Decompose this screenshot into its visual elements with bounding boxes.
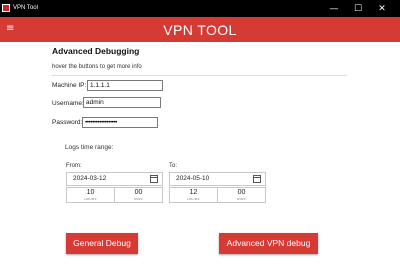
calendar-icon[interactable] [150,175,158,183]
general-debug-button[interactable]: General Debug [66,233,138,254]
mins-unit-label: MINS [134,197,143,201]
divider [52,75,347,76]
close-button[interactable]: ✕ [370,0,394,17]
from-hours-value: 10 [86,189,95,196]
window-title: VPN Tool [13,5,38,11]
password-input[interactable]: •••••••••••••••••• [82,117,158,128]
to-date-picker[interactable]: 2024-05-10 [169,172,266,186]
from-label: From: [66,163,82,169]
from-mins-value: 00 [134,189,143,196]
hours-unit-label: HOURS [187,197,200,201]
logs-time-range-label: Logs time range: [65,144,114,151]
password-label: Password: [52,119,83,126]
from-hours-input[interactable]: 10 HOURS [66,187,115,203]
to-mins-input[interactable]: 00 MINS [217,187,266,203]
to-mins-value: 00 [237,189,246,196]
machine-ip-input[interactable]: 1.1.1.1 [87,80,163,91]
minimize-button[interactable]: — [322,0,346,17]
from-mins-input[interactable]: 00 MINS [114,187,163,203]
section-title: Advanced Debugging [52,46,140,56]
to-hours-input[interactable]: 12 HOURS [169,187,218,203]
maximize-button[interactable]: ☐ [346,0,370,17]
app-header: ≡ VPN TOOL [0,17,400,42]
to-label: To: [169,163,178,169]
app-icon [2,4,10,12]
from-date-picker[interactable]: 2024-03-12 [66,172,163,186]
to-hours-value: 12 [189,189,198,196]
mins-unit-label: MINS [237,197,246,201]
username-label: Username: [52,100,84,107]
hours-unit-label: HOURS [84,197,97,201]
hint-text: hover the buttons to get more info [52,64,142,70]
window-titlebar: VPN Tool — ☐ ✕ [0,0,400,17]
advanced-vpn-debug-button[interactable]: Advanced VPN debug [219,233,318,254]
calendar-icon[interactable] [253,175,261,183]
machine-ip-label: Machine IP: [52,82,87,89]
username-input[interactable]: admin [83,97,161,108]
app-title: VPN TOOL [163,22,237,38]
